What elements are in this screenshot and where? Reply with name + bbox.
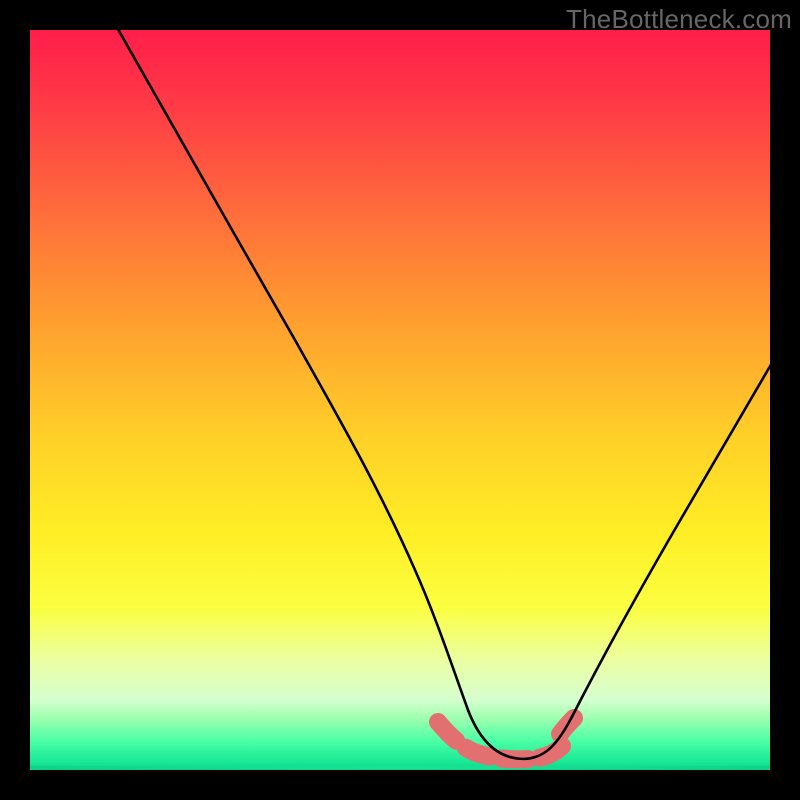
curve-svg	[30, 30, 770, 770]
plot-area	[30, 30, 770, 770]
valley-highlight-dash	[438, 718, 574, 759]
bottleneck-curve	[115, 30, 770, 759]
chart-frame: TheBottleneck.com	[0, 0, 800, 800]
watermark-text: TheBottleneck.com	[566, 4, 792, 35]
